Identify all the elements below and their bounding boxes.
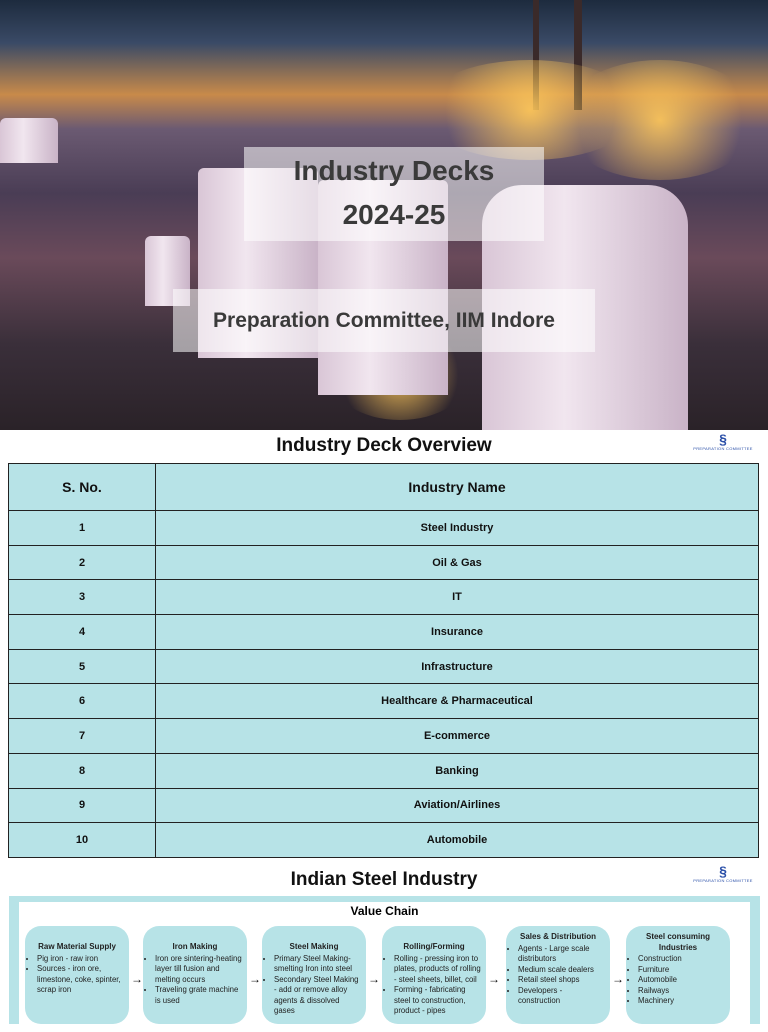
value-chain-title: Value Chain <box>350 904 419 918</box>
serial-number: 1 <box>8 510 156 546</box>
serial-number: 5 <box>8 648 156 685</box>
table-row: 9 Aviation/Airlines <box>8 787 759 824</box>
cover-title-box: Industry Decks 2024-25 <box>244 147 544 241</box>
industry-name: Infrastructure <box>155 648 759 685</box>
industry-name: IT <box>155 579 759 616</box>
value-chain-stage: Iron Making Iron ore sintering-heating la… <box>143 926 247 1024</box>
cover-subtitle: Preparation Committee, IIM Indore <box>173 289 595 352</box>
industry-name: Banking <box>155 752 759 789</box>
serial-number: 2 <box>8 544 156 581</box>
stage-title: Rolling/Forming <box>403 942 465 951</box>
table-row: 2 Oil & Gas <box>8 544 759 581</box>
stage-item: Railways <box>638 986 726 997</box>
cover-title: Industry Decks <box>293 155 495 186</box>
stage-item: Iron ore sintering-heating layer till fu… <box>155 954 243 986</box>
industry-name: E-commerce <box>155 718 759 754</box>
table-row: 7 E-commerce <box>8 718 759 754</box>
industry-name: Steel Industry <box>155 510 759 546</box>
stage-item: Pig iron - raw iron <box>37 954 125 965</box>
stage-title: Sales & Distribution <box>519 932 596 941</box>
overview-title: Industry Deck Overview <box>276 435 492 456</box>
stage-item: Agents - Large scale distributors <box>518 944 606 965</box>
industry-name: Healthcare & Pharmaceutical <box>155 683 759 720</box>
stage-item: Primary Steel Making-smelting Iron into … <box>274 954 362 975</box>
stage-title: Iron Making <box>172 942 218 951</box>
value-chain-stage: Steel consuming Industries ConstructionFu… <box>626 926 730 1024</box>
stage-item: Developers - construction <box>518 986 606 1007</box>
value-chain-stage: Raw Material Supply Pig iron - raw ironSo… <box>25 926 129 1024</box>
value-chain-panel: Value Chain Raw Material Supply Pig iron … <box>9 896 760 1032</box>
serial-number: 3 <box>8 579 156 616</box>
stage-title: Raw Material Supply <box>38 942 116 951</box>
arrow-icon: → <box>131 972 143 986</box>
stage-item: Secondary Steel Making - add or remove a… <box>274 975 362 1017</box>
table-row: 8 Banking <box>8 752 759 789</box>
table-row: 10 Automobile <box>8 822 759 858</box>
arrow-icon: → <box>612 972 624 986</box>
cover-image: Industry Decks 2024-25 Preparation Commi… <box>0 0 768 430</box>
stage-item: Retail steel shops <box>518 975 606 986</box>
committee-logo: § PREPARATION COMMITTEE <box>693 863 753 883</box>
serial-number: 8 <box>8 752 156 789</box>
serial-number: 6 <box>8 683 156 720</box>
stage-title: Steel consuming Industries <box>645 932 710 952</box>
value-chain-stage: Rolling/Forming Rolling - pressing iron t… <box>382 926 486 1024</box>
stage-title: Steel Making <box>289 942 339 951</box>
committee-logo: § PREPARATION COMMITTEE <box>693 431 753 451</box>
value-chain-stage: Steel Making Primary Steel Making-smeltin… <box>262 926 366 1024</box>
industry-table: S. No. Industry Name 1 Steel Industry 2 Oil… <box>8 463 759 858</box>
stage-item: Forming - fabricating steel to construct… <box>394 985 482 1017</box>
industry-name: Aviation/Airlines <box>155 787 759 824</box>
table-row: 5 Infrastructure <box>8 648 759 685</box>
stage-item: Machinery <box>638 996 726 1007</box>
stage-item: Rolling - pressing iron to plates, produ… <box>394 954 482 986</box>
header-sno: S. No. <box>8 463 156 511</box>
table-row: 3 IT <box>8 579 759 616</box>
stage-item: Construction <box>638 954 726 965</box>
stage-item: Medium scale dealers <box>518 965 606 976</box>
serial-number: 7 <box>8 718 156 754</box>
industry-name: Automobile <box>155 822 759 858</box>
arrow-icon: → <box>368 972 380 986</box>
cover-year: 2024-25 <box>342 199 446 230</box>
stage-item: Sources - iron ore, limestone, coke, spi… <box>37 964 125 996</box>
stage-item: Traveling grate machine is used <box>155 985 243 1006</box>
industry-name: Oil & Gas <box>155 544 759 581</box>
steel-title: Indian Steel Industry <box>290 869 478 890</box>
value-chain-stage: Sales & Distribution Agents - Large scale… <box>506 926 610 1024</box>
serial-number: 10 <box>8 822 156 858</box>
industry-name: Insurance <box>155 614 759 650</box>
table-row: 1 Steel Industry <box>8 510 759 546</box>
arrow-icon: → <box>488 972 500 986</box>
arrow-icon: → <box>249 972 261 986</box>
tank <box>0 118 58 163</box>
stage-item: Furniture <box>638 965 726 976</box>
serial-number: 4 <box>8 614 156 650</box>
lights <box>560 60 760 180</box>
header-industry: Industry Name <box>155 463 759 511</box>
table-row: 6 Healthcare & Pharmaceutical <box>8 683 759 720</box>
serial-number: 9 <box>8 787 156 824</box>
table-row: 4 Insurance <box>8 614 759 650</box>
stage-item: Automobile <box>638 975 726 986</box>
